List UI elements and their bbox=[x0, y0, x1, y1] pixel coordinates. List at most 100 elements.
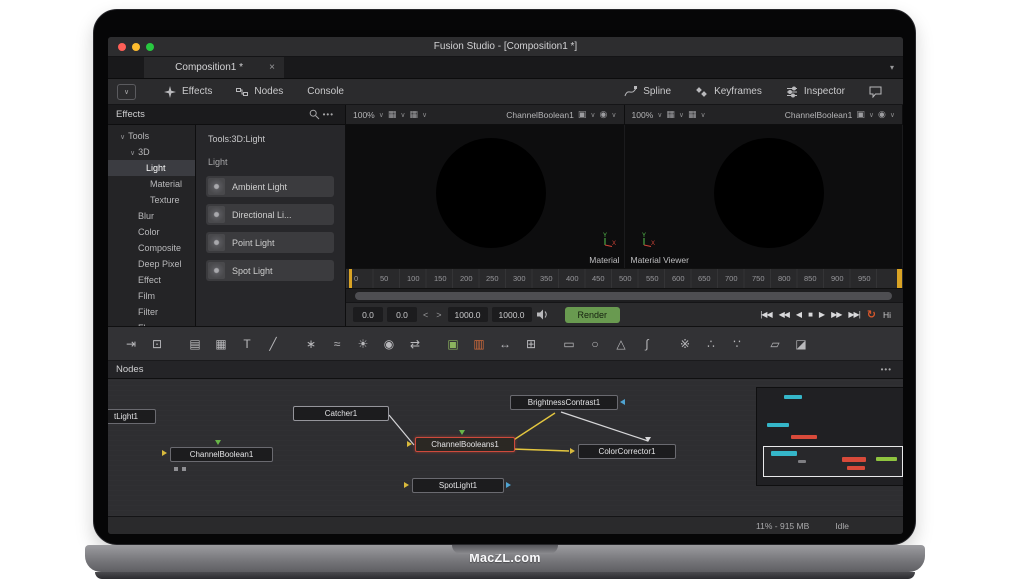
color-corrector-icon[interactable]: ◉ bbox=[376, 337, 402, 351]
step-forward-button[interactable]: > bbox=[434, 310, 443, 320]
tree-item-tools[interactable]: ∨Tools bbox=[108, 128, 195, 144]
scrollbar-thumb[interactable] bbox=[355, 292, 892, 300]
effects-menu-icon[interactable]: ••• bbox=[320, 110, 337, 119]
tree-item-flow[interactable]: Flow bbox=[108, 320, 195, 326]
paint-tool-icon[interactable]: ╱ bbox=[260, 337, 286, 351]
node-brightnesscontrast1[interactable]: BrightnessContrast1 bbox=[510, 395, 618, 410]
render-button[interactable]: Render bbox=[565, 307, 621, 323]
duration-field[interactable]: 1000.0 bbox=[492, 307, 532, 322]
particle-render-icon[interactable]: ∵ bbox=[724, 337, 750, 351]
chevron-down-icon[interactable]: ∨ bbox=[590, 111, 595, 119]
resize-tool-icon[interactable]: ↔ bbox=[492, 337, 518, 351]
glow-tool-icon[interactable]: ☀ bbox=[350, 337, 376, 351]
tree-item-color[interactable]: Color bbox=[108, 224, 195, 240]
minimize-window-button[interactable] bbox=[132, 43, 140, 51]
chevron-down-icon[interactable]: ∨ bbox=[379, 111, 384, 119]
fast-reverse-button[interactable]: ◀◀ bbox=[779, 310, 789, 319]
media-out-icon[interactable]: ▥ bbox=[466, 337, 492, 351]
tool-spot-light[interactable]: Spot Light bbox=[206, 260, 334, 281]
particle-merge-icon[interactable]: ∴ bbox=[698, 337, 724, 351]
render-range-end-marker[interactable] bbox=[897, 269, 902, 288]
tree-item-composite[interactable]: Composite bbox=[108, 240, 195, 256]
particle-emitter-icon[interactable]: ※ bbox=[672, 337, 698, 351]
transform-tool-icon[interactable]: ⇄ bbox=[402, 337, 428, 351]
tab-list-chevron-icon[interactable]: ▾ bbox=[890, 57, 894, 78]
go-to-start-button[interactable]: |◀◀ bbox=[760, 310, 771, 319]
chevron-down-icon[interactable]: ∨ bbox=[869, 111, 874, 119]
background-icon[interactable]: ▤ bbox=[182, 337, 208, 351]
input-port[interactable] bbox=[404, 482, 409, 488]
output-port[interactable] bbox=[506, 482, 511, 488]
range-end-field[interactable]: 1000.0 bbox=[448, 307, 488, 322]
input-port[interactable] bbox=[215, 440, 221, 445]
play-reverse-button[interactable]: ◀ bbox=[796, 310, 801, 319]
tree-item-3d[interactable]: ∨3D bbox=[108, 144, 195, 160]
bspline-mask-icon[interactable]: ∫ bbox=[634, 337, 660, 351]
node-channelbooleans1-selected[interactable]: ChannelBooleans1 bbox=[415, 437, 515, 452]
keyframes-panel-button[interactable]: Keyframes bbox=[683, 86, 774, 98]
chevron-down-icon[interactable]: ∨ bbox=[422, 111, 427, 119]
close-window-button[interactable] bbox=[118, 43, 126, 51]
chevron-down-icon[interactable]: ∨ bbox=[120, 134, 125, 141]
chevron-down-icon[interactable]: ∨ bbox=[611, 111, 616, 119]
ellipse-mask-icon[interactable]: ○ bbox=[582, 337, 608, 351]
viewer1-source[interactable]: ChannelBoolean1 bbox=[506, 110, 574, 120]
rectangle-mask-icon[interactable]: ▭ bbox=[556, 337, 582, 351]
chevron-down-icon[interactable]: ∨ bbox=[400, 111, 405, 119]
renderer-3d-icon[interactable]: ◪ bbox=[788, 337, 814, 351]
media-in-icon[interactable]: ▣ bbox=[440, 337, 466, 351]
tree-item-deep-pixel[interactable]: Deep Pixel bbox=[108, 256, 195, 272]
high-quality-toggle[interactable]: Hi bbox=[883, 310, 896, 320]
zoom-window-button[interactable] bbox=[146, 43, 154, 51]
input-port[interactable] bbox=[620, 399, 625, 405]
tool-point-light[interactable]: Point Light bbox=[206, 232, 334, 253]
node-channelboolean1[interactable]: ChannelBoolean1 bbox=[170, 447, 273, 462]
viewer-3d-icon[interactable]: ◉ bbox=[600, 109, 608, 120]
tree-item-material[interactable]: Material bbox=[108, 176, 195, 192]
go-to-end-button[interactable]: ▶▶| bbox=[848, 310, 859, 319]
viewer-layout-icon[interactable]: ▦ bbox=[388, 109, 397, 120]
comments-button[interactable] bbox=[857, 86, 894, 98]
text-tool-icon[interactable]: T bbox=[234, 337, 260, 351]
search-icon[interactable] bbox=[309, 109, 320, 120]
viewer2-zoom[interactable]: 100% bbox=[632, 110, 654, 120]
timeline-scrollbar[interactable] bbox=[346, 288, 903, 302]
viewer1-canvas[interactable]: Y X Material bbox=[346, 125, 625, 268]
io-in-icon[interactable]: ⇥ bbox=[118, 337, 144, 351]
tree-item-blur[interactable]: Blur bbox=[108, 208, 195, 224]
chevron-down-icon[interactable]: ∨ bbox=[701, 111, 706, 119]
blur-tool-icon[interactable]: ∗ bbox=[298, 337, 324, 351]
range-start-field[interactable]: 0.0 bbox=[353, 307, 383, 322]
loop-button[interactable]: ↻ bbox=[867, 308, 876, 321]
effects-panel-button[interactable]: Effects bbox=[152, 79, 224, 104]
tree-item-filter[interactable]: Filter bbox=[108, 304, 195, 320]
tool-ambient-light[interactable]: Ambient Light bbox=[206, 176, 334, 197]
io-out-icon[interactable]: ⊡ bbox=[144, 337, 170, 351]
fast-noise-icon[interactable]: ▦ bbox=[208, 337, 234, 351]
input-port[interactable] bbox=[570, 448, 575, 454]
viewer-options-icon[interactable]: ▦ bbox=[688, 109, 697, 120]
tab-composition1[interactable]: Composition1 * × bbox=[144, 57, 284, 78]
fast-forward-button[interactable]: ▶▶ bbox=[831, 310, 841, 319]
tree-item-film[interactable]: Film bbox=[108, 288, 195, 304]
chevron-down-icon[interactable]: ∨ bbox=[657, 111, 662, 119]
chevron-down-icon[interactable]: ∨ bbox=[679, 111, 684, 119]
sharpen-tool-icon[interactable]: ≈ bbox=[324, 337, 350, 351]
viewer2-source[interactable]: ChannelBoolean1 bbox=[785, 110, 853, 120]
node-graph-minimap[interactable] bbox=[756, 387, 903, 486]
input-port[interactable] bbox=[407, 441, 412, 447]
viewer-options-icon[interactable]: ▦ bbox=[410, 109, 419, 120]
tree-item-light[interactable]: Light bbox=[108, 160, 195, 176]
spline-panel-button[interactable]: Spline bbox=[612, 86, 683, 98]
viewer-layout-icon[interactable]: ▦ bbox=[666, 109, 675, 120]
chevron-down-icon[interactable]: ∨ bbox=[890, 111, 895, 119]
polygon-mask-icon[interactable]: △ bbox=[608, 337, 634, 351]
nodes-menu-icon[interactable]: ••• bbox=[878, 365, 895, 374]
play-button[interactable]: ▶ bbox=[819, 310, 824, 319]
viewer-buffer-icon[interactable]: ▣ bbox=[856, 109, 865, 120]
nodes-panel-button[interactable]: Nodes bbox=[224, 79, 295, 104]
viewer2-canvas[interactable]: Y X Material Viewer bbox=[625, 125, 904, 268]
node-catcher1[interactable]: Catcher1 bbox=[293, 406, 389, 421]
node-tlight1[interactable]: tLight1 bbox=[108, 409, 156, 424]
stop-button[interactable]: ■ bbox=[808, 310, 812, 319]
